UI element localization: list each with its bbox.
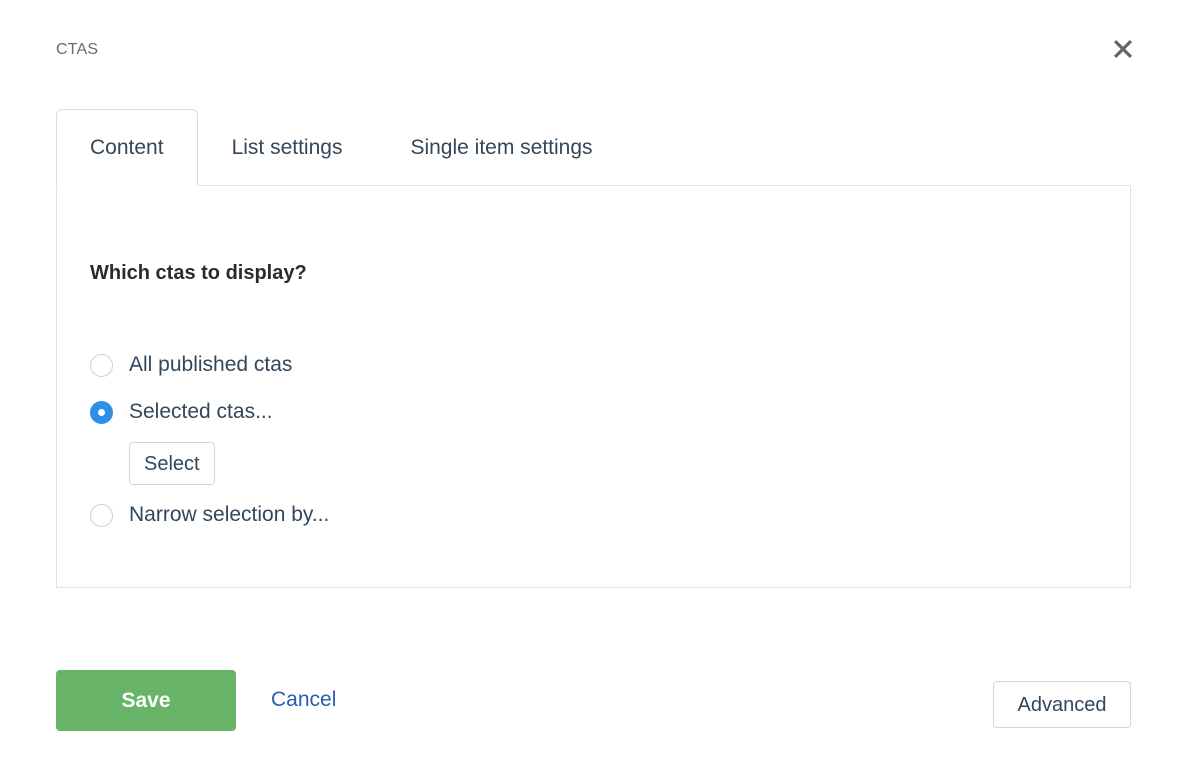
panel-heading: Which ctas to display? [90,261,307,285]
ctas-modal: CTAS Content List settings Single item s… [0,0,1184,770]
advanced-button[interactable]: Advanced [993,681,1131,728]
ctas-display-radio-group: All published ctas Selected ctas... Sele… [90,348,990,532]
tab-list-settings[interactable]: List settings [198,109,377,185]
modal-header: CTAS [0,0,1184,96]
radio-indicator-unchecked[interactable] [90,354,113,377]
select-button[interactable]: Select [129,442,215,485]
radio-option-narrow-selection-by[interactable]: Narrow selection by... [90,498,990,532]
modal-footer: Save Cancel Advanced [0,640,1184,770]
radio-option-all-published-ctas-label: All published ctas [129,353,292,377]
save-button[interactable]: Save [56,670,236,731]
radio-option-all-published-ctas[interactable]: All published ctas [90,348,990,382]
tab-panel-content: Which ctas to display? All published cta… [56,186,1131,588]
radio-option-narrow-selection-by-label: Narrow selection by... [129,503,329,527]
tab-content[interactable]: Content [56,109,198,186]
select-button-wrapper: Select [90,442,990,485]
radio-indicator-checked[interactable] [90,401,113,424]
tab-single-item-settings[interactable]: Single item settings [376,109,626,185]
cancel-button[interactable]: Cancel [271,687,336,713]
tab-list-settings-label: List settings [232,136,343,160]
close-icon[interactable] [1106,32,1140,66]
tab-bar: Content List settings Single item settin… [56,110,1131,186]
tab-single-item-settings-label: Single item settings [410,136,592,160]
tab-content-label: Content [90,136,164,160]
radio-option-selected-ctas[interactable]: Selected ctas... [90,395,990,429]
radio-indicator-unchecked[interactable] [90,504,113,527]
radio-option-selected-ctas-label: Selected ctas... [129,400,273,424]
modal-title: CTAS [56,40,98,60]
